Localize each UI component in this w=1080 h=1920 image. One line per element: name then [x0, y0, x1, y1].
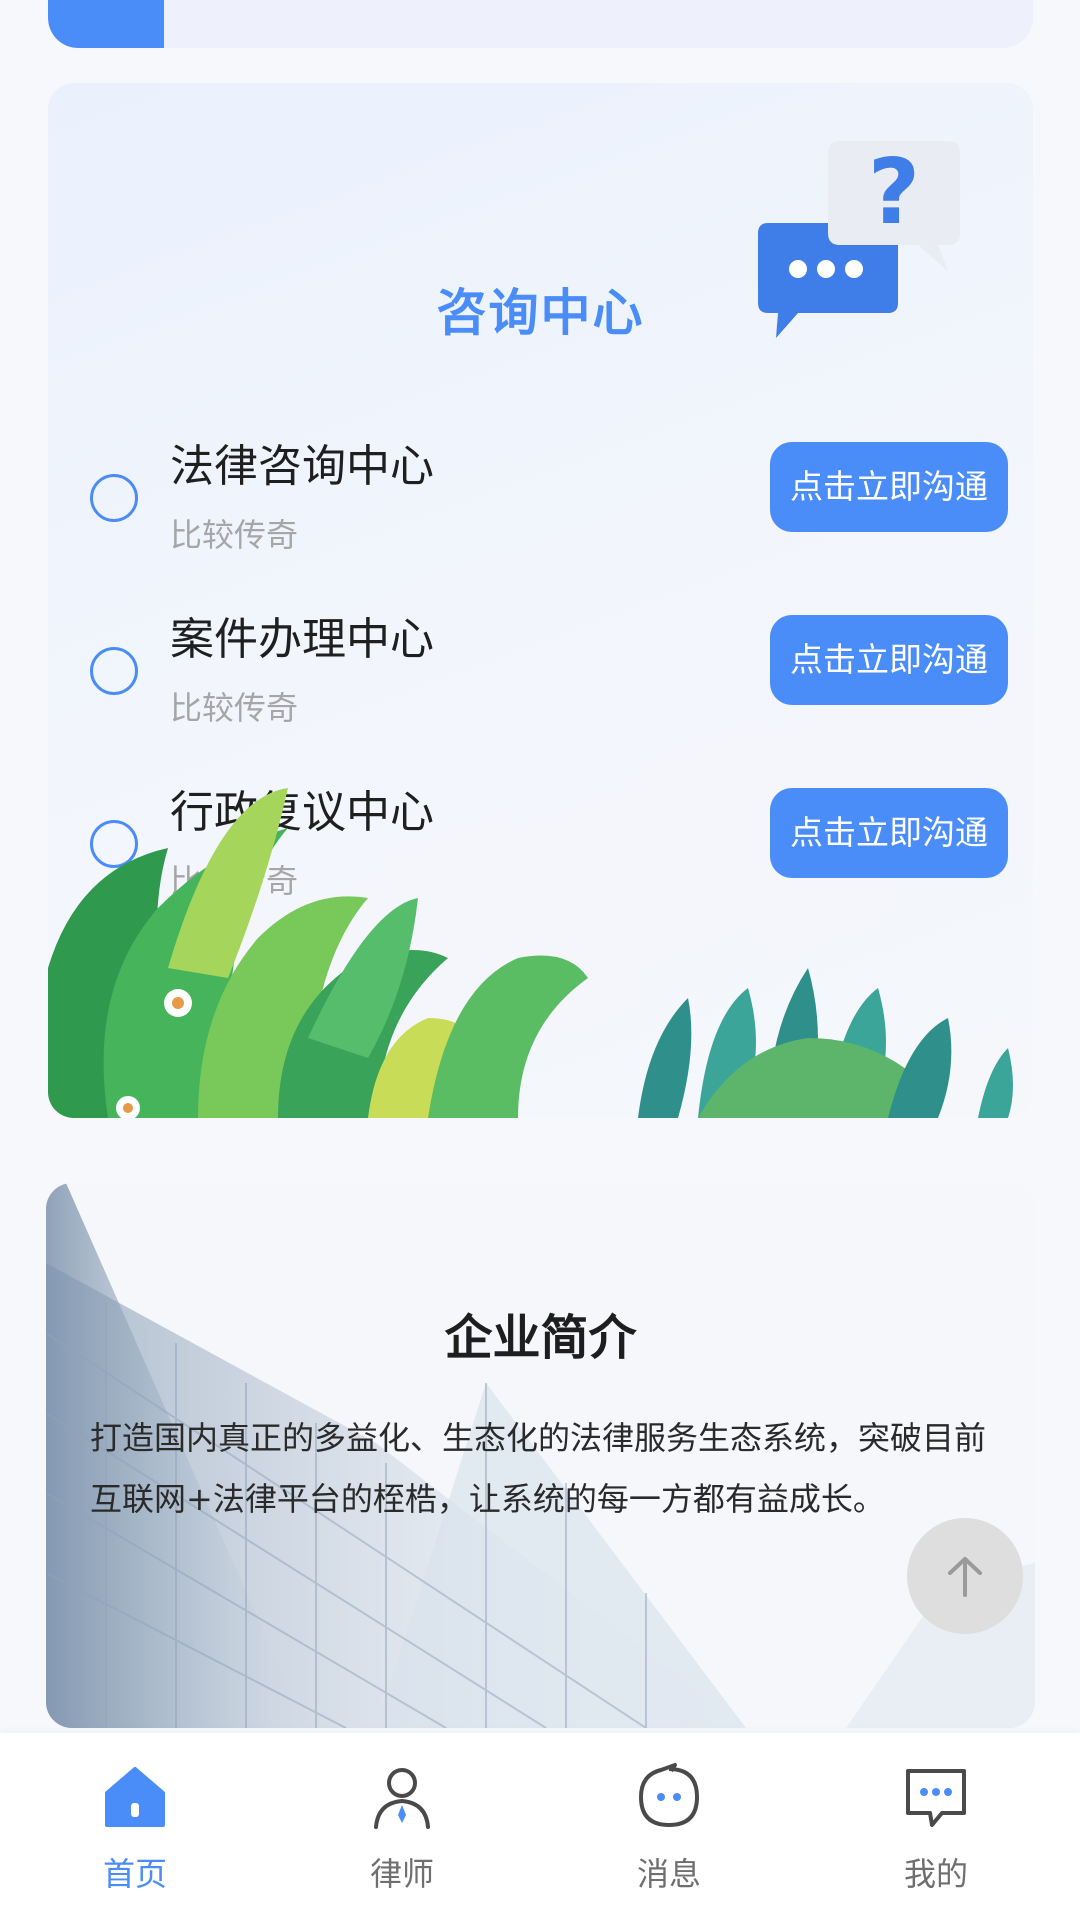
tab-label: 消息: [636, 1855, 701, 1893]
consult-item-case: 案件办理中心 比较传奇 点击立即沟通: [48, 603, 1033, 743]
radio-button[interactable]: [90, 474, 138, 522]
consult-item-title: 案件办理中心: [170, 614, 434, 665]
contact-now-button[interactable]: 点击立即沟通: [770, 615, 1008, 705]
mine-icon: [906, 1769, 966, 1827]
consult-item-subtitle: 比较传奇: [170, 689, 299, 727]
message-icon: [639, 1763, 699, 1827]
consult-item-subtitle: 比较传奇: [170, 516, 299, 554]
tab-mine[interactable]: 我的: [836, 1733, 1036, 1920]
tab-label: 首页: [102, 1855, 167, 1893]
tab-label: 我的: [903, 1855, 968, 1893]
lawyer-icon: [374, 1768, 430, 1829]
svg-text:?: ?: [868, 140, 920, 245]
home-icon: [105, 1767, 165, 1827]
page: ? 咨询中心 法律咨询中心 比较传奇 点击立即沟通 案件办理中心 比较传奇 点击…: [0, 0, 1080, 1920]
back-to-top-button[interactable]: [907, 1518, 1023, 1634]
consult-item-legal: 法律咨询中心 比较传奇 点击立即沟通: [48, 430, 1033, 570]
tab-messages[interactable]: 消息: [569, 1733, 769, 1920]
tab-label: 律师: [369, 1855, 434, 1893]
tab-home[interactable]: 首页: [35, 1733, 235, 1920]
radio-button[interactable]: [90, 647, 138, 695]
plants-illustration: [48, 788, 1013, 1118]
company-intro-text: 打造国内真正的多益化、生态化的法律服务生态系统，突破目前互联网+法律平台的桎梏，…: [90, 1419, 987, 1518]
company-intro-card: 企业简介 打造国内真正的多益化、生态化的法律服务生态系统，突破目前互联网+法律平…: [46, 1183, 1035, 1728]
bottom-tab-bar: 首页 律师 消息 我的: [0, 1733, 1080, 1920]
company-intro-title: 企业简介: [444, 1310, 637, 1366]
tab-lawyer[interactable]: 律师: [302, 1733, 502, 1920]
consult-center-card: ? 咨询中心 法律咨询中心 比较传奇 点击立即沟通 案件办理中心 比较传奇 点击…: [48, 83, 1033, 1118]
arrow-up-icon: [948, 1557, 982, 1597]
top-card-accent: [48, 0, 164, 48]
contact-now-button[interactable]: 点击立即沟通: [770, 442, 1008, 532]
consult-center-title: 咨询中心: [436, 284, 645, 342]
consult-item-title: 法律咨询中心: [170, 441, 434, 492]
top-card-partial: [48, 0, 1033, 48]
